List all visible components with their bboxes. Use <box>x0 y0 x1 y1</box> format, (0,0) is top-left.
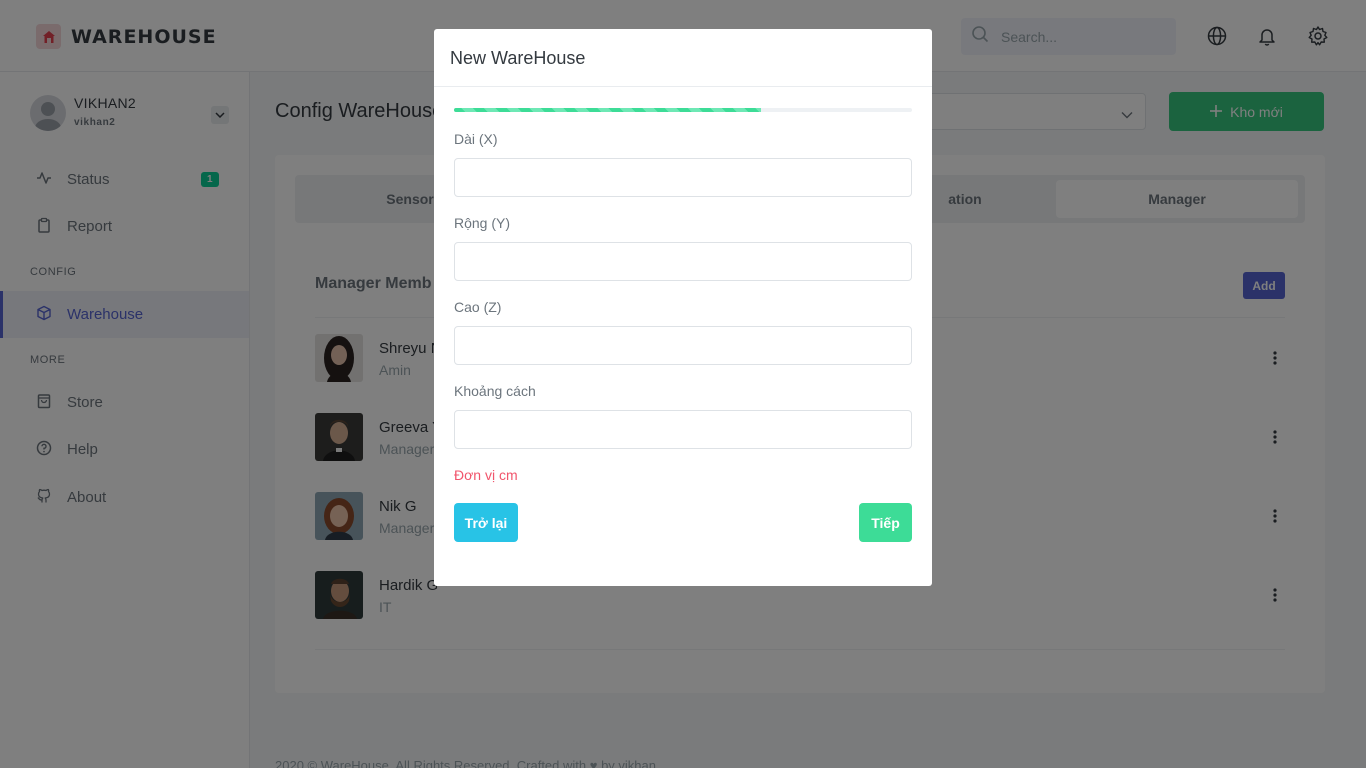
width-input[interactable] <box>454 242 912 281</box>
width-label: Rộng (Y) <box>454 215 511 231</box>
height-label: Cao (Z) <box>454 299 502 315</box>
new-warehouse-modal: New WareHouse Dài (X) Rộng (Y) Cao (Z) K… <box>434 29 932 586</box>
height-input[interactable] <box>454 326 912 365</box>
modal-header: New WareHouse <box>434 29 932 87</box>
wizard-progress-bar <box>454 108 912 112</box>
unit-note: Đơn vị cm <box>454 467 518 483</box>
modal-title: New WareHouse <box>450 48 586 68</box>
length-input[interactable] <box>454 158 912 197</box>
spacing-label: Khoảng cách <box>454 383 536 399</box>
spacing-input[interactable] <box>454 410 912 449</box>
length-label: Dài (X) <box>454 131 498 147</box>
progress-fill <box>454 108 761 112</box>
back-button[interactable]: Trở lại <box>454 503 518 542</box>
next-button[interactable]: Tiếp <box>859 503 912 542</box>
